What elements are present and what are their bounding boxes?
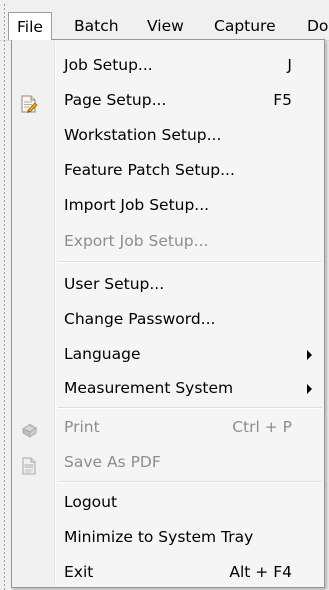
menu-item-feature-patch-setup[interactable]: Feature Patch Setup... xyxy=(14,153,322,187)
menu-item-shortcut: Alt + F4 xyxy=(229,563,292,581)
menu-item-exit[interactable]: Exit Alt + F4 xyxy=(14,555,322,589)
menu-item-label: Change Password... xyxy=(64,310,216,328)
menu-item-label: Language xyxy=(64,345,141,363)
menu-item-label: Workstation Setup... xyxy=(64,126,222,144)
menu-item-label: Save As PDF xyxy=(64,453,161,471)
menu-item-logout[interactable]: Logout xyxy=(14,485,322,519)
menu-item-export-job-setup: Export Job Setup... xyxy=(14,224,322,258)
page-setup-icon xyxy=(20,91,38,113)
menu-item-shortcut: J xyxy=(287,56,292,74)
menu-item-label: Minimize to System Tray xyxy=(64,528,254,546)
application-window: File Batch View Capture Do Job Setup... … xyxy=(0,0,329,590)
menu-item-change-password[interactable]: Change Password... xyxy=(14,302,322,336)
menu-capture[interactable]: Capture xyxy=(206,12,284,40)
menu-item-user-setup[interactable]: User Setup... xyxy=(14,267,322,301)
menu-file[interactable]: File xyxy=(8,12,52,40)
menu-item-import-job-setup[interactable]: Import Job Setup... xyxy=(14,188,322,222)
menu-item-page-setup[interactable]: Page Setup... F5 xyxy=(14,83,322,117)
menu-item-job-setup[interactable]: Job Setup... J xyxy=(14,48,322,82)
menu-batch[interactable]: Batch xyxy=(66,12,127,40)
menu-separator xyxy=(58,407,322,409)
menu-item-label: Import Job Setup... xyxy=(64,196,210,214)
menu-item-label: Feature Patch Setup... xyxy=(64,161,235,179)
menu-separator xyxy=(58,261,322,263)
menu-separator xyxy=(58,481,322,483)
file-menu-dropdown: Job Setup... J Page Setup... F5 Workstat… xyxy=(11,39,325,588)
menu-item-label: Exit xyxy=(64,563,94,581)
menu-bar: File Batch View Capture Do xyxy=(0,0,329,590)
menu-view[interactable]: View xyxy=(139,12,192,40)
submenu-arrow-icon xyxy=(307,350,312,360)
menu-item-label: Job Setup... xyxy=(64,56,153,74)
menu-item-label: Export Job Setup... xyxy=(64,232,209,250)
menu-item-label: Logout xyxy=(64,493,118,511)
menu-item-label: Print xyxy=(64,418,100,436)
menu-do[interactable]: Do xyxy=(299,12,329,40)
submenu-arrow-icon xyxy=(307,384,312,394)
menu-item-measurement-system[interactable]: Measurement System xyxy=(14,371,322,405)
menu-item-minimize-to-tray[interactable]: Minimize to System Tray xyxy=(14,520,322,554)
menu-item-print: Print Ctrl + P xyxy=(14,410,322,444)
printer-icon xyxy=(20,418,38,438)
menu-item-label: Page Setup... xyxy=(64,91,167,109)
pdf-icon xyxy=(20,453,38,475)
menu-item-save-as-pdf: Save As PDF xyxy=(14,445,322,479)
menu-item-shortcut: Ctrl + P xyxy=(232,418,292,436)
window-edge-dotted xyxy=(4,4,5,590)
menu-item-shortcut: F5 xyxy=(273,91,292,109)
menu-item-label: Measurement System xyxy=(64,379,234,397)
menu-item-label: User Setup... xyxy=(64,275,165,293)
menu-item-workstation-setup[interactable]: Workstation Setup... xyxy=(14,118,322,152)
menu-item-language[interactable]: Language xyxy=(14,337,322,371)
